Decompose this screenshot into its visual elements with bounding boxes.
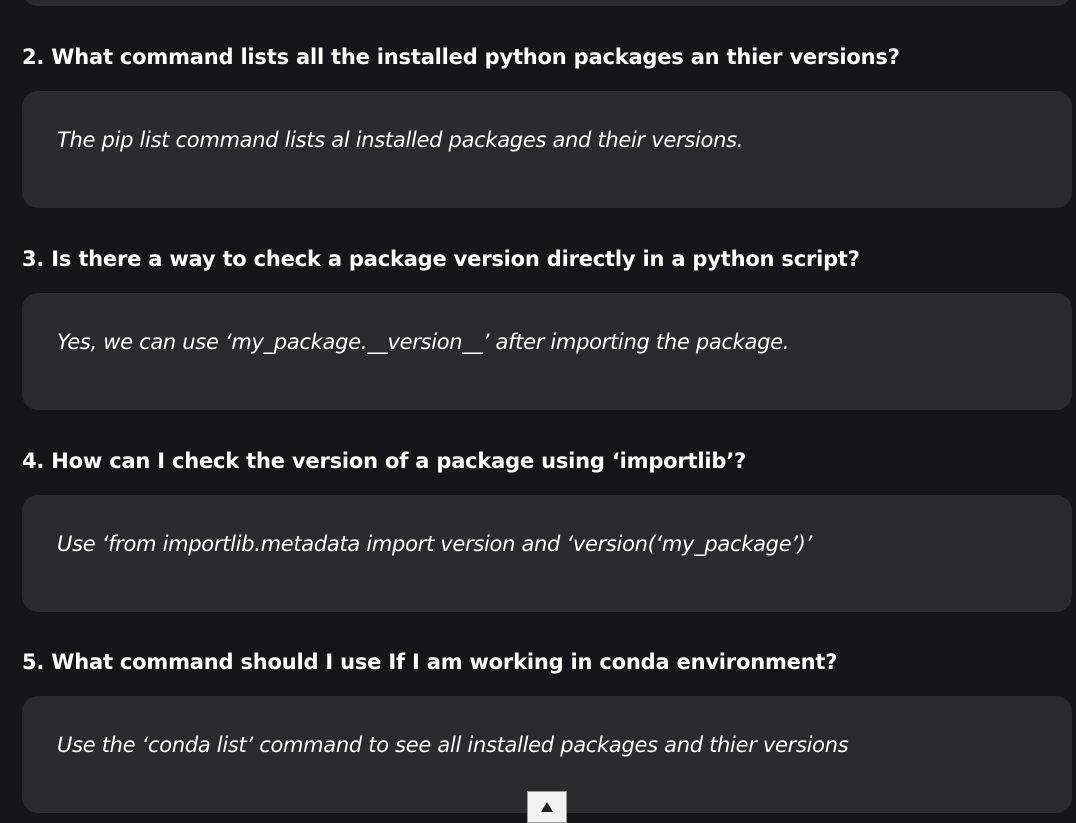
caret-up-icon (541, 802, 553, 812)
faq-question-3: 3. Is there a way to check a package ver… (22, 247, 860, 271)
faq-answer-5: Use the ‘conda list’ command to see all … (57, 733, 849, 757)
faq-question-2: 2. What command lists all the installed … (22, 45, 900, 69)
faq-answer-card-2: The pip list command lists al installed … (22, 91, 1072, 208)
scroll-to-top-button[interactable] (527, 791, 567, 823)
faq-question-5: 5. What command should I use If I am wor… (22, 650, 838, 674)
previous-answer-card (22, 0, 1072, 6)
faq-answer-card-4: Use ‘from importlib.metadata import vers… (22, 495, 1072, 612)
faq-answer-3: Yes, we can use ‘my_package.__version__’… (57, 330, 790, 354)
faq-answer-2: The pip list command lists al installed … (57, 128, 744, 152)
faq-answer-card-3: Yes, we can use ‘my_package.__version__’… (22, 293, 1072, 410)
faq-answer-4: Use ‘from importlib.metadata import vers… (57, 532, 812, 556)
faq-question-4: 4. How can I check the version of a pack… (22, 449, 746, 473)
